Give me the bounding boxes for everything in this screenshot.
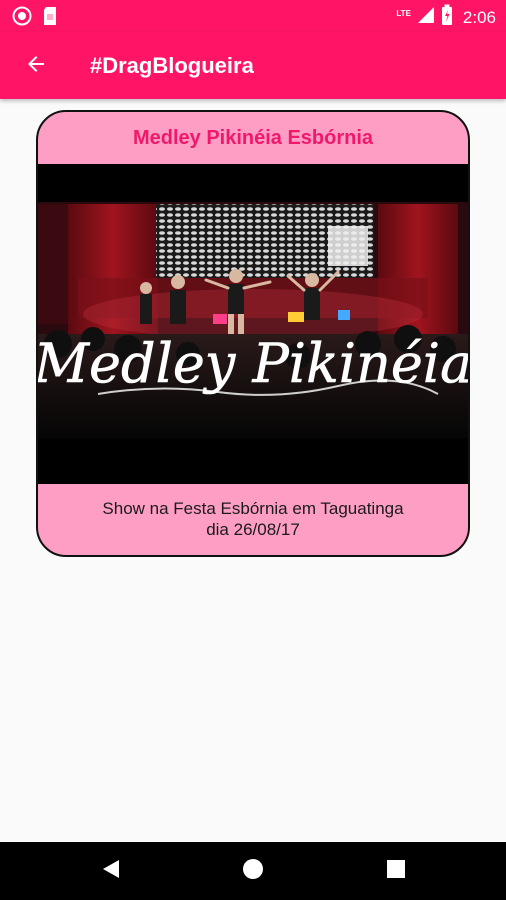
notification-app-icon xyxy=(12,6,32,31)
card-title: Medley Pikinéia Esbórnia xyxy=(132,127,374,149)
description-line-1: Show na Festa Esbórnia em Taguatinga xyxy=(102,499,404,518)
card-description: Show na Festa Esbórnia em Taguatinga dia… xyxy=(48,498,458,540)
show-photo: Medley Pikinéia xyxy=(38,164,468,484)
app-bar: #DragBlogueira xyxy=(0,32,506,99)
lte-label: LTE xyxy=(396,9,411,18)
card-image[interactable]: Medley Pikinéia xyxy=(38,164,468,484)
back-triangle-icon xyxy=(101,858,121,885)
battery-icon xyxy=(441,4,453,31)
signal-icon xyxy=(417,5,435,30)
status-bar: LTE 2:06 xyxy=(0,0,506,32)
recents-square-icon xyxy=(386,859,406,884)
description-line-2: dia 26/08/17 xyxy=(206,520,300,539)
back-button[interactable] xyxy=(16,46,56,86)
status-left xyxy=(12,6,58,31)
navigation-bar xyxy=(0,842,506,900)
nav-recents-button[interactable] xyxy=(380,855,412,887)
nav-home-button[interactable] xyxy=(237,855,269,887)
nav-back-button[interactable] xyxy=(95,855,127,887)
clock: 2:06 xyxy=(462,7,496,27)
video-card[interactable]: Medley Pikinéia Esbórnia Medley Pikinéia… xyxy=(36,110,470,557)
page-title: #DragBlogueira xyxy=(90,53,254,78)
overlay-script-text: Medley Pikinéia xyxy=(38,332,468,395)
status-right: LTE 2:06 xyxy=(396,4,496,31)
arrow-back-icon xyxy=(24,52,48,81)
sim-card-icon xyxy=(42,6,58,31)
home-circle-icon xyxy=(242,858,264,885)
